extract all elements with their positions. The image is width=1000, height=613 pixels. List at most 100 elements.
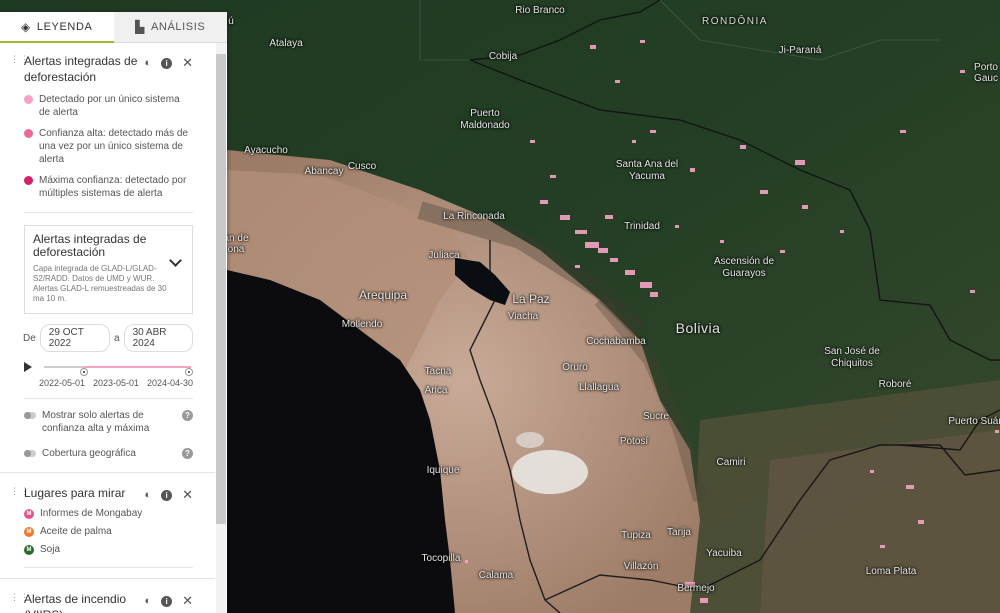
map-place-label: Juliaca (428, 250, 460, 261)
map-place-label: Tupiza (621, 530, 651, 541)
map-place-label: Trinidad (624, 221, 660, 232)
tab-legend-label: LEYENDA (36, 20, 93, 33)
divider (24, 567, 193, 568)
tab-analysis[interactable]: ▙ ANÁLISIS (113, 12, 227, 43)
info-icon[interactable]: i (161, 489, 173, 501)
timeline-slider[interactable] (24, 361, 193, 376)
help-icon[interactable]: ? (182, 448, 193, 459)
map-place-label: Abancay (304, 166, 344, 177)
coverage-toggle-row: Cobertura geográfica ? (24, 447, 193, 460)
panel-tabs: ◈ LEYENDA ▙ ANÁLISIS (0, 12, 227, 43)
map-place-label: Sucre (642, 411, 670, 422)
layer-info-dropdown[interactable]: Alertas integradas de deforestación Capa… (24, 225, 193, 314)
map-place-label: Atalaya (269, 38, 303, 49)
map-place-label: Bolivia (675, 320, 721, 336)
palm-oil-marker-icon: M (24, 526, 34, 537)
legend-label: Confianza alta: detectado más de una vez… (39, 128, 188, 165)
map-place-label: Oruro (562, 362, 588, 373)
play-icon[interactable] (24, 362, 32, 372)
timeline-tick: 2023-05-01 (92, 378, 140, 388)
divider (24, 398, 193, 399)
map-place-label: Gauc (974, 73, 998, 84)
opacity-icon[interactable]: ◐ (144, 595, 151, 607)
layer-places-to-watch: ⋮⋮ ◐ i ✕ Lugares para mirar M Informes d… (0, 473, 215, 579)
timeline-track[interactable] (44, 366, 193, 376)
place-item-label: Soja (40, 544, 61, 555)
timeline-tick: 2024-04-30 (146, 378, 193, 388)
close-icon[interactable]: ✕ (182, 55, 193, 71)
map-place-label: Iquique (426, 465, 460, 476)
map-place-label: Rio Branco (515, 5, 565, 16)
map-place-label: Viacha (507, 311, 539, 322)
layer-title: Lugares para mirar (24, 486, 126, 500)
confidence-toggle[interactable] (24, 412, 36, 419)
opacity-icon[interactable]: ◐ (144, 489, 151, 501)
soy-marker-icon: M (24, 544, 34, 555)
tab-analysis-label: ANÁLISIS (151, 21, 206, 33)
date-range: De 29 OCT 2022 a 30 ABR 2024 (23, 324, 193, 352)
place-item-label: Informes de Mongabay (40, 508, 143, 519)
date-from-label: De (23, 332, 36, 344)
tab-legend[interactable]: ◈ LEYENDA (0, 12, 114, 43)
map-place-label: Ascensión de Guarayos (713, 256, 775, 279)
date-to-picker[interactable]: 30 ABR 2024 (123, 324, 193, 352)
timeline-tick: 2022-05-01 (39, 378, 86, 388)
opacity-icon[interactable]: ◐ (144, 57, 151, 69)
legend-swatch (24, 129, 33, 138)
confidence-toggle-label: Mostrar solo alertas de confianza alta y… (42, 410, 150, 434)
map-place-label: RONDÔNIA (702, 16, 768, 27)
legend-item-single: Detectado por un único sistema de alerta (24, 93, 193, 119)
map-place-label: Mollendo (341, 319, 383, 330)
bar-chart-icon: ▙ (135, 20, 145, 34)
timeline-end-handle[interactable] (185, 368, 193, 376)
place-item-soy: M Soja (24, 544, 193, 555)
map-place-label: La Rinconada (443, 211, 505, 222)
legend-panel: ◈ LEYENDA ▙ ANÁLISIS ⋮⋮ ◐ i ✕ Alertas in… (0, 12, 227, 613)
map-place-label: Santa Ana del Yacuma (615, 159, 679, 182)
drag-handle-icon[interactable]: ⋮⋮ (10, 593, 29, 607)
legend-item-max: Máxima confianza: detectado por múltiple… (24, 174, 193, 200)
map-place-label: Tacna (424, 366, 452, 377)
map-place-label: Ji-Paraná (778, 45, 822, 56)
date-from-picker[interactable]: 29 OCT 2022 (39, 324, 111, 352)
map-place-label: ona (227, 244, 245, 255)
map-place-label: San José de Chiquitos (824, 346, 880, 369)
help-icon[interactable]: ? (182, 410, 193, 421)
close-icon[interactable]: ✕ (182, 487, 193, 503)
legend-swatch (24, 95, 33, 104)
legend-item-high: Confianza alta: detectado más de una vez… (24, 127, 193, 166)
info-icon[interactable]: i (161, 595, 173, 607)
timeline-selected-range (83, 366, 191, 368)
info-icon[interactable]: i (161, 57, 173, 69)
layers-icon: ◈ (21, 19, 31, 34)
drag-handle-icon[interactable]: ⋮⋮ (10, 487, 29, 501)
layer-fire-alerts: ⋮⋮ ◐ i ✕ Alertas de incendio (VIIRS) (0, 579, 215, 613)
map-place-label: Ayacucho (244, 145, 288, 156)
divider (24, 212, 193, 213)
map-place-label: Cochabamba (586, 336, 646, 347)
map-place-label: Camiri (716, 457, 746, 468)
layer-title: Alertas integradas de deforestación (24, 54, 138, 84)
map-place-label: Llallagua (578, 382, 620, 393)
mongabay-marker-icon: M (24, 508, 34, 519)
legend-label: Detectado por un único sistema de alerta (39, 94, 180, 118)
map-place-label: ú (228, 16, 234, 27)
close-icon[interactable]: ✕ (182, 593, 193, 609)
dropdown-description: Capa integrada de GLAD-L/GLAD-S2/RADD. D… (33, 264, 167, 303)
map-place-label: Roboré (878, 379, 912, 390)
map-place-label: Tocopilla (421, 553, 461, 564)
map-place-label: Cobija (488, 51, 518, 62)
coverage-toggle[interactable] (24, 450, 36, 457)
place-item-palm-oil: M Aceite de palma (24, 526, 193, 537)
date-separator: a (114, 332, 120, 344)
map-place-label: Bermejo (677, 583, 715, 594)
map-place-label: Puerto Suár (948, 416, 1000, 427)
scrollbar-thumb[interactable] (216, 54, 226, 524)
drag-handle-icon[interactable]: ⋮⋮ (10, 55, 29, 69)
map-place-label: Cusco (347, 161, 377, 172)
map-place-label: Loma Plata (865, 566, 917, 577)
map-place-label: Villazón (623, 561, 659, 572)
place-item-mongabay: M Informes de Mongabay (24, 508, 193, 519)
legend-swatch (24, 176, 33, 185)
timeline-start-handle[interactable] (79, 368, 88, 376)
